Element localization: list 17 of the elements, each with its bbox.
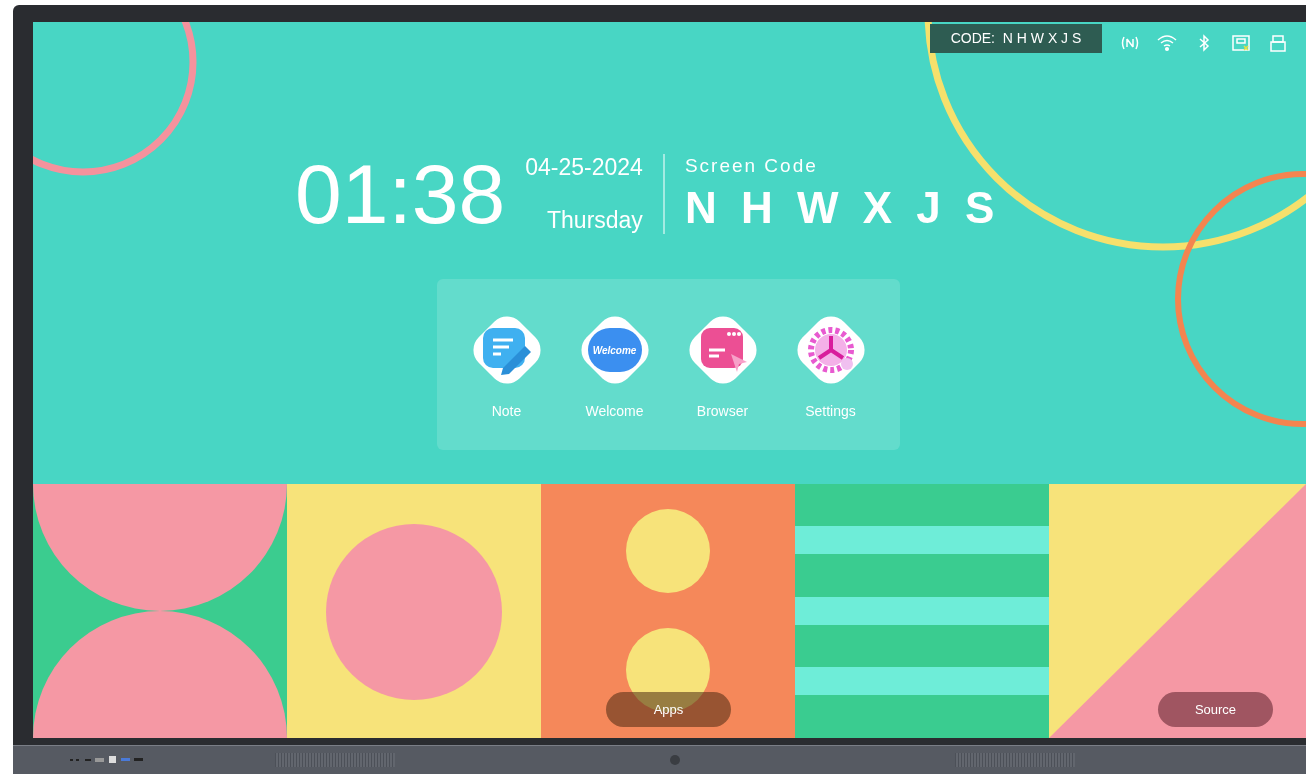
- wifi-icon: [1157, 34, 1177, 52]
- clock-date: 04-25-2024: [525, 153, 643, 182]
- welcome-bubble-icon: Welcome: [587, 328, 642, 372]
- clock-time: 01:38: [295, 151, 506, 236]
- app-label: Note: [491, 402, 522, 421]
- source-button[interactable]: Source: [1158, 692, 1273, 727]
- app-label: Browser: [696, 402, 749, 421]
- screen-code-badge: CODE: N H W X J S: [930, 24, 1102, 53]
- screen-code-label: Screen Code: [684, 153, 819, 178]
- screen-code: N H W X J S: [684, 182, 1001, 235]
- apps-button[interactable]: Apps: [606, 692, 731, 727]
- app-label: Welcome: [585, 402, 644, 421]
- ethernet-icon: [1231, 34, 1251, 52]
- clock-weekday: Thursday: [547, 205, 643, 235]
- nfc-icon: [1120, 34, 1140, 52]
- usb-drive-icon: [1268, 34, 1288, 52]
- app-label: Settings: [805, 402, 856, 421]
